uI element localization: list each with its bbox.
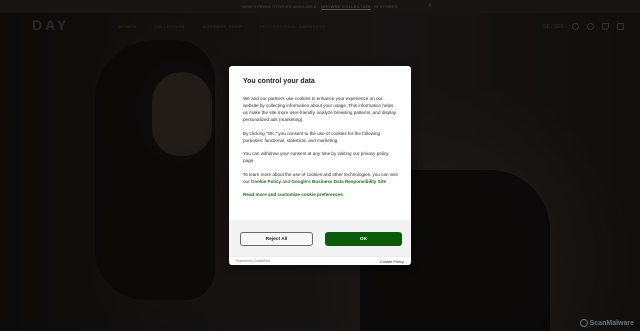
- consent-paragraph-learn-more: To learn more about the use of cookies a…: [243, 171, 399, 185]
- dialog-actions: Reject All OK: [229, 220, 411, 258]
- ok-button[interactable]: OK: [325, 232, 402, 246]
- watermark-logo-icon: [579, 319, 588, 327]
- cookie-consent-dialog: You control your data We and our partner…: [229, 66, 411, 265]
- watermark: ScanMalware: [579, 319, 634, 327]
- dialog-title: You control your data: [243, 78, 315, 85]
- and-text: and: [282, 178, 290, 184]
- consent-paragraph-withdraw: You can withdraw your consent at any tim…: [243, 151, 389, 163]
- footer-cookie-policy-link[interactable]: Cookie Policy: [380, 259, 404, 264]
- customize-preferences-link[interactable]: Read more and customize cookie preferenc…: [243, 191, 399, 198]
- dialog-footer: Powered by CookieFirst Cookie Policy: [229, 256, 411, 265]
- google-responsibility-link[interactable]: Google's Business Data Responsibility Si…: [291, 179, 386, 184]
- powered-by-label[interactable]: Powered by CookieFirst: [236, 259, 270, 263]
- consent-paragraph-usage: We and our partners use cookies to enhan…: [243, 96, 397, 122]
- reject-all-button[interactable]: Reject All: [240, 232, 313, 246]
- consent-paragraph-ok: By clicking "OK," you consent to the use…: [243, 130, 381, 143]
- watermark-text: ScanMalware: [589, 319, 634, 327]
- dialog-body: We and our partners use cookies to enhan…: [243, 95, 399, 198]
- cookie-policy-link[interactable]: Cookie Policy: [251, 179, 281, 184]
